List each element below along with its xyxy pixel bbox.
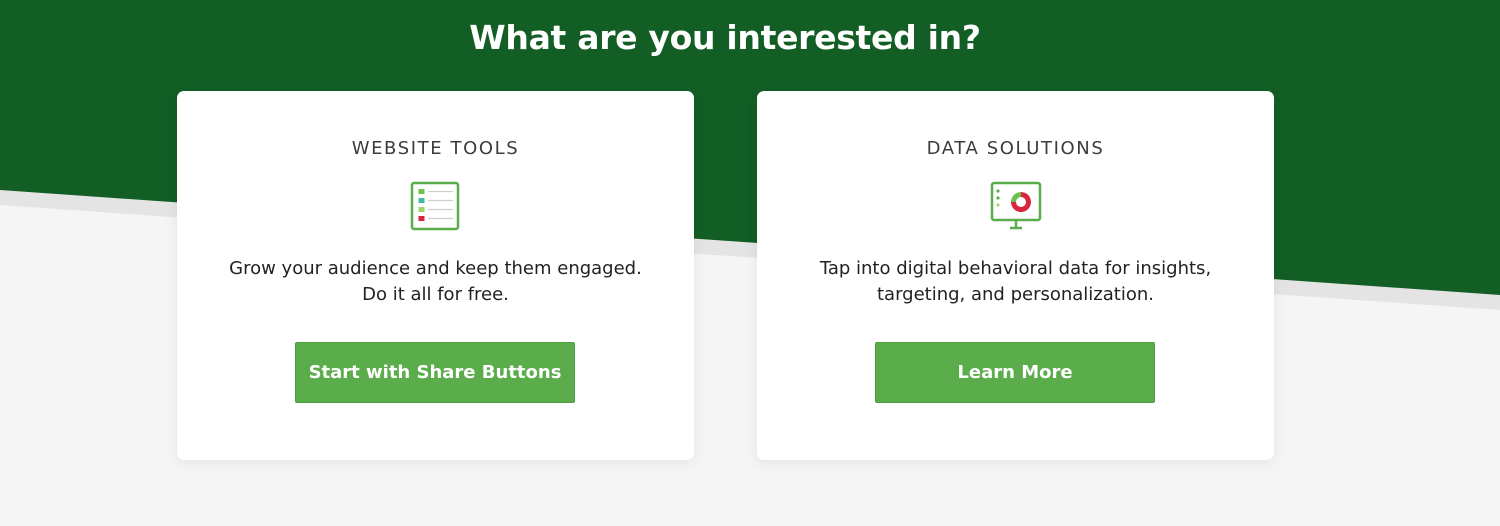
checklist-icon <box>410 181 460 231</box>
card-title: WEBSITE TOOLS <box>351 138 520 159</box>
card-description: Grow your audience and keep them engaged… <box>197 256 674 308</box>
page-heading: What are you interested in? <box>469 18 981 57</box>
card-description: Tap into digital behavioral data for ins… <box>777 256 1254 308</box>
website-tools-card: WEBSITE TOOLS Grow your audience and kee… <box>177 91 694 460</box>
card-title: DATA SOLUTIONS <box>926 138 1105 159</box>
description-line: targeting, and personalization. <box>876 284 1154 305</box>
data-solutions-card: DATA SOLUTIONS Tap into digital behavior… <box>757 91 1274 460</box>
analytics-monitor-icon <box>990 181 1042 230</box>
description-line: Tap into digital behavioral data for ins… <box>819 258 1212 279</box>
start-with-share-buttons-button[interactable]: Start with Share Buttons <box>295 342 575 403</box>
description-line: Do it all for free. <box>362 284 509 305</box>
learn-more-button[interactable]: Learn More <box>875 342 1155 403</box>
description-line: Grow your audience and keep them engaged… <box>229 258 642 279</box>
